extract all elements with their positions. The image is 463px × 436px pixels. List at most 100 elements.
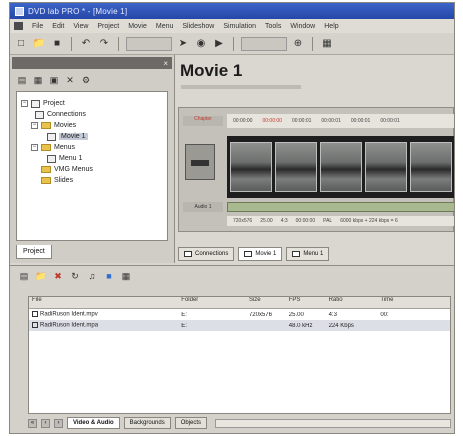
view-icon[interactable]: ▦ [120,270,132,282]
horizontal-scrollbar[interactable] [215,418,451,428]
audio-icon[interactable]: ♫ [86,270,98,282]
video-frame [365,142,407,192]
table-row[interactable]: RadiRuson Ident.mpa E: 48.0 kHz 224 Kbps [29,320,450,331]
new-icon[interactable]: □ [14,37,28,51]
ruler-tick: 00:00:01 [321,118,341,124]
add-menu-icon[interactable]: ▦ [32,74,44,86]
movie-icon [244,251,253,257]
zoom-icon[interactable]: ⊕ [291,37,305,51]
video-frame [410,142,452,192]
tree-label: Movies [54,122,77,129]
import-icon[interactable]: ▤ [18,270,30,282]
column-header-ratio[interactable]: Ratio [326,297,378,308]
tree-item-movies[interactable]: − Movies [17,120,167,131]
menu-edit[interactable]: Edit [52,23,64,30]
tree-item-menu-1[interactable]: Menu 1 [17,153,167,164]
save-icon[interactable]: ■ [50,37,64,51]
open-icon[interactable]: 📁 [32,37,46,51]
file-name: RadiRuson Ident.mpa [40,322,99,329]
undo-icon[interactable]: ↶ [79,37,93,51]
tab-movie-1[interactable]: Movie 1 [238,247,283,261]
system-menu-icon[interactable] [14,22,23,30]
video-track-filmstrip[interactable] [227,136,454,198]
menu-project[interactable]: Project [97,23,119,30]
toolbar-separator [118,36,119,51]
tab-menu-1[interactable]: Menu 1 [286,247,330,261]
tree-item-connections[interactable]: Connections [17,109,167,120]
menu-movie[interactable]: Movie [128,23,147,30]
ruler-tick: 00:00:01 [291,118,312,124]
column-header-folder[interactable]: Folder [178,297,246,308]
column-header-time[interactable]: Time [377,297,450,308]
tree-item-movie-1[interactable]: Movie 1 [17,131,167,142]
cell-file: RadiRuson Ident.mpa [29,322,178,329]
add-movie-icon[interactable]: ▤ [16,74,28,86]
tree-item-menus[interactable]: − Menus [17,142,167,153]
delete-icon[interactable]: ✕ [64,74,76,86]
tab-backgrounds[interactable]: Backgrounds [123,417,171,429]
menu-help[interactable]: Help [324,23,338,30]
tab-label: Movie 1 [255,251,277,257]
next-tab-icon[interactable]: › [54,418,63,428]
column-header-size[interactable]: Size [246,297,286,308]
timeline[interactable]: Chapter 00:00:00 00:00:00 00:00:01 00:00… [178,107,454,232]
status-resolution: 720x576 [233,218,253,224]
project-panel: × ▤ ▦ ▣ ✕ ⚙ − Project Connections − Movi… [10,55,175,263]
menu-menu[interactable]: Menu [156,23,174,30]
tab-label: Connections [195,251,229,257]
app-window: DVD lab PRO * - [Movie 1] File Edit View… [9,2,455,434]
title-bar[interactable]: DVD lab PRO * - [Movie 1] [10,3,454,19]
open-folder-icon[interactable]: 📁 [35,270,47,282]
tab-label: Objects [180,420,202,426]
settings-icon[interactable]: ▦ [320,37,334,51]
menu-bar: File Edit View Project Movie Menu Slides… [10,19,454,33]
tab-video-audio[interactable]: Video & Audio [67,417,120,429]
delete-icon[interactable]: ✖ [52,270,64,282]
menu-icon [292,251,301,257]
table-row[interactable]: RadiRuson Ident.mpv E: 720x576 25.00 4:3… [29,309,450,320]
menu-slideshow[interactable]: Slideshow [182,23,214,30]
tab-objects[interactable]: Objects [174,417,208,429]
column-header-fps[interactable]: FPS [286,297,326,308]
assets-tabs: « ‹ › Video & Audio Backgrounds Objects [28,416,451,430]
redo-icon[interactable]: ↷ [97,37,111,51]
binoculars-icon[interactable]: ◉ [194,37,208,51]
add-folder-icon[interactable]: ▣ [48,74,60,86]
tree-item-slides[interactable]: Slides [17,175,167,186]
app-icon [15,6,24,16]
properties-icon[interactable]: ⚙ [80,74,92,86]
close-icon[interactable]: × [163,59,168,68]
tree-item-project[interactable]: − Project [17,98,167,109]
tab-project[interactable]: Project [16,245,52,259]
toolbar-separator [233,36,234,51]
ruler-tick: 00:00:00 [262,118,282,124]
select-icon[interactable]: ➤ [176,37,190,51]
audio-track-bar[interactable] [227,202,454,212]
menu-file[interactable]: File [32,23,43,30]
column-header-file[interactable]: File [29,297,178,308]
status-format: PAL [323,218,333,224]
folder-icon [41,144,51,151]
ruler-tick: 00:00:00 [233,118,253,124]
toolbar-field[interactable] [126,36,172,51]
color-icon[interactable]: ■ [103,270,115,282]
menu-view[interactable]: View [73,23,88,30]
video-file-icon [32,311,38,318]
tree-label: Slides [54,177,74,184]
tree-item-vmg-menus[interactable]: VMG Menus [17,164,167,175]
menu-tools[interactable]: Tools [265,23,281,30]
menu-simulation[interactable]: Simulation [223,23,256,30]
play-icon[interactable]: ▶ [212,37,226,51]
tab-connections[interactable]: Connections [178,247,235,261]
collapse-icon[interactable]: − [31,144,38,151]
refresh-icon[interactable]: ↻ [69,270,81,282]
time-ruler[interactable]: 00:00:00 00:00:00 00:00:01 00:00:01 00:0… [227,114,454,128]
document-tabs: Connections Movie 1 Menu 1 [178,245,330,261]
collapse-icon[interactable]: − [21,100,28,107]
prev-tab-icon[interactable]: ‹ [41,418,50,428]
menu-window[interactable]: Window [290,23,315,30]
first-tab-icon[interactable]: « [28,418,37,428]
assets-header: File Folder Size FPS Ratio Time [29,297,450,309]
toolbar-field[interactable] [241,36,287,51]
collapse-icon[interactable]: − [31,122,38,129]
